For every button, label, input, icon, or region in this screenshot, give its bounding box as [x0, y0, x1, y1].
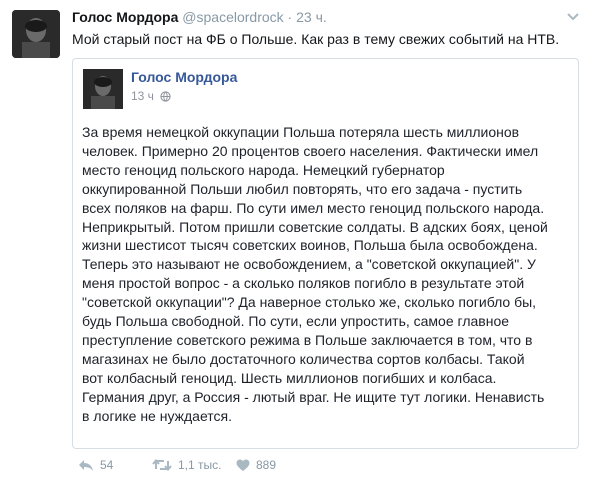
reply-icon — [79, 460, 93, 471]
like-button[interactable]: 889 — [236, 458, 276, 472]
quote-time[interactable]: 13 ч — [131, 89, 154, 103]
quote-body-line: в логике не нуждается. — [82, 407, 232, 424]
quote-avatar[interactable] — [83, 69, 123, 109]
display-name[interactable]: Голос Мордора — [72, 9, 178, 25]
quote-body-line: человек. Примерно 20 процентов своего на… — [82, 142, 539, 159]
timestamp[interactable]: 23 ч. — [296, 9, 327, 25]
quote-body-line: место геноцид польского народа. Немецкий… — [82, 161, 445, 178]
reply-count: 54 — [100, 458, 114, 472]
quote-body-line: меня простой вопрос - а сколько поляков … — [82, 275, 525, 292]
like-count: 889 — [256, 458, 277, 472]
quote-body-line: преступление советского режима в Польше … — [82, 331, 533, 348]
retweet-button[interactable]: 1,1 тыс. — [152, 458, 221, 472]
tweet: Голос Мордора @spacelordrock · 23 ч. Мой… — [0, 0, 593, 486]
separator-dot: · — [287, 9, 293, 25]
quote-meta: 13 ч — [131, 89, 171, 105]
quote-body-line: "советской оккупации"? Да наверное столь… — [82, 294, 537, 311]
retweet-icon — [152, 458, 172, 472]
quoted-post[interactable]: Голос Мордора 13 ч За время немецкой окк… — [72, 58, 579, 449]
quote-body-line: оккупированной Польши любил повторять, ч… — [82, 180, 523, 197]
chevron-down-icon[interactable] — [566, 12, 580, 22]
quote-body-line: жизни шестисот тысяч советских воинов, П… — [82, 237, 538, 254]
globe-icon — [160, 91, 171, 105]
quote-body-line: вот колбасный геноцид. Шесть миллионов п… — [82, 369, 497, 386]
reply-button[interactable]: 54 — [78, 458, 113, 472]
tweet-header: Голос Мордора @spacelordrock · 23 ч. — [72, 9, 327, 29]
quote-body: За время немецкой оккупации Польша потер… — [82, 123, 572, 426]
tweet-text: Мой старый пост на ФБ о Польше. Как раз … — [72, 31, 560, 47]
quote-body-line: всех поляков на фарш. По сути имел место… — [82, 199, 545, 216]
quote-body-line: Неприкрытый. Потом пришли советские солд… — [82, 218, 548, 235]
quote-body-line: будь Польша свободной. По сути, если упр… — [82, 313, 510, 330]
retweet-count: 1,1 тыс. — [178, 458, 222, 472]
quote-body-line: магазинах не было достаточного количеств… — [82, 350, 525, 367]
heart-icon — [236, 459, 250, 471]
quote-body-line: Германия друг, а Россия - лютый враг. Не… — [82, 388, 545, 405]
quote-author[interactable]: Голос Мордора — [131, 69, 237, 85]
handle[interactable]: @spacelordrock — [182, 9, 283, 25]
quote-body-line: Теперь это называют не освобождением, а … — [82, 256, 536, 273]
avatar[interactable] — [12, 10, 60, 58]
quote-body-line: За время немецкой оккупации Польша потер… — [82, 124, 520, 140]
